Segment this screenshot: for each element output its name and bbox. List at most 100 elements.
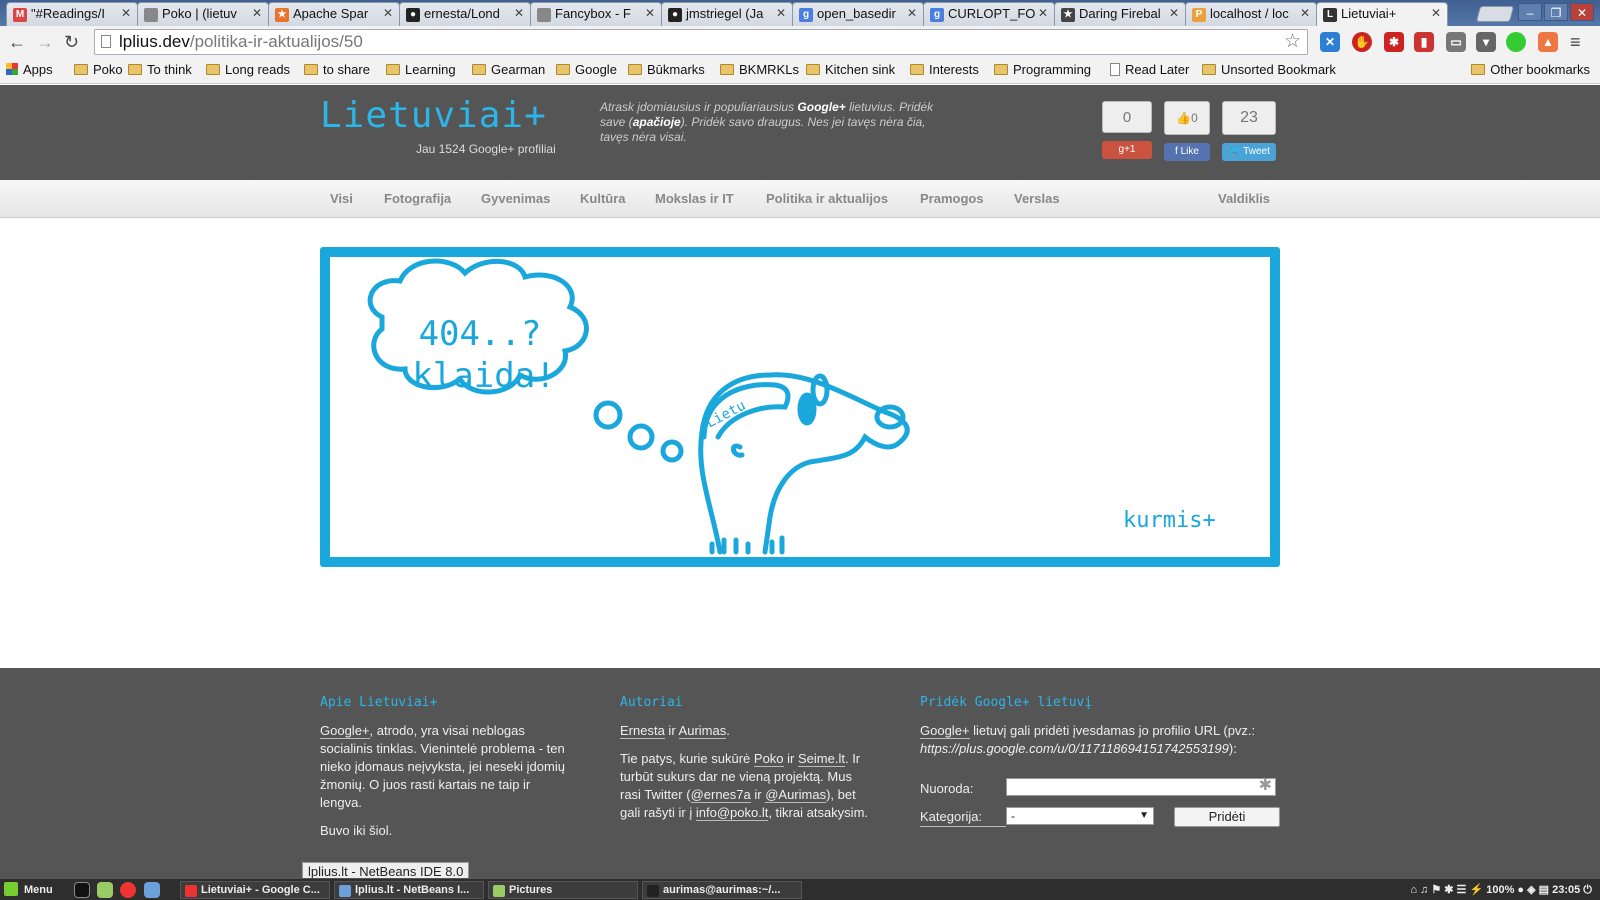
gplus-link[interactable]: Google+ (920, 723, 970, 739)
author-link[interactable]: Aurimas (678, 723, 727, 739)
bookmark-item[interactable]: BKMRKLs (720, 62, 799, 77)
extension-icon[interactable]: ▮ (1414, 32, 1434, 52)
close-tab-icon[interactable]: ✕ (252, 6, 262, 20)
close-tab-icon[interactable]: ✕ (1038, 6, 1048, 20)
bookmark-item[interactable]: Interests (910, 62, 979, 77)
close-tab-icon[interactable]: ✕ (1169, 6, 1179, 20)
bookmark-item[interactable]: Google (556, 62, 617, 77)
close-tab-icon[interactable]: ✕ (645, 6, 655, 20)
start-menu[interactable]: Menu (4, 882, 53, 896)
email-link[interactable]: info@poko.lt (695, 805, 769, 821)
adblock-icon[interactable]: ✋ (1352, 32, 1372, 52)
nav-visi[interactable]: Visi (330, 191, 353, 206)
url-label: Nuoroda: (920, 781, 974, 796)
chrome-icon[interactable] (120, 882, 136, 898)
nav-gyvenimas[interactable]: Gyvenimas (481, 191, 550, 206)
seime-link[interactable]: Seime.lt (798, 751, 845, 767)
bookmark-label: Kitchen sink (825, 62, 896, 77)
browser-tab[interactable]: ★ Daring Firebal ✕ (1054, 2, 1186, 26)
window-controls: – ❐ ✕ (1518, 3, 1594, 21)
close-tab-icon[interactable]: ✕ (383, 6, 393, 20)
browser-tab[interactable]: ● ernesta/Lond ✕ (399, 2, 531, 26)
bookmark-item[interactable]: Long reads (206, 62, 290, 77)
close-tab-icon[interactable]: ✕ (514, 6, 524, 20)
browser-tab[interactable]: Fancybox - F ✕ (530, 2, 662, 26)
close-window-icon[interactable]: ✕ (1570, 3, 1594, 21)
taskbar-window[interactable]: aurimas@aurimas:~/... (642, 881, 802, 899)
extension-icon[interactable]: ✱ (1384, 32, 1404, 52)
twitter-link[interactable]: @Aurimas (765, 787, 827, 803)
bookmark-item[interactable]: to share (304, 62, 370, 77)
submit-button[interactable]: Pridėti (1174, 807, 1280, 827)
browser-tab[interactable]: g CURLOPT_FO ✕ (923, 2, 1055, 26)
bookmark-item[interactable]: Read Later (1110, 62, 1189, 77)
nav-verslas[interactable]: Verslas (1014, 191, 1060, 206)
nav-valdiklis[interactable]: Valdiklis (1218, 191, 1270, 206)
close-tab-icon[interactable]: ✕ (121, 6, 131, 20)
terminal-icon[interactable] (74, 882, 90, 898)
reload-icon[interactable]: ↻ (64, 32, 79, 53)
browser-tab[interactable]: M "#Readings/I ✕ (6, 2, 138, 26)
tab-favicon-icon: L (1323, 8, 1337, 22)
nav-mokslas[interactable]: Mokslas ir IT (655, 191, 734, 206)
bookmark-item[interactable]: Kitchen sink (806, 62, 895, 77)
close-tab-icon[interactable]: ✕ (776, 6, 786, 20)
nav-kultura[interactable]: Kultūra (580, 191, 626, 206)
menu-icon[interactable]: ≡ (1570, 32, 1581, 53)
close-tab-icon[interactable]: ✕ (1300, 6, 1310, 20)
category-select[interactable]: - ▼ (1006, 807, 1154, 825)
netbeans-icon[interactable] (144, 882, 160, 898)
files-icon[interactable] (97, 882, 113, 898)
bookmark-item[interactable]: Apps (6, 62, 53, 77)
profile-url-input[interactable]: ✱ (1006, 777, 1276, 796)
bookmark-item[interactable]: Būkmarks (628, 62, 705, 77)
browser-tab[interactable]: ● jmstriegel (Ja ✕ (661, 2, 793, 26)
mint-icon (4, 882, 18, 896)
browser-tab[interactable]: L Lietuviai+ ✕ (1316, 2, 1448, 27)
about-section: Apie Lietuviai+ Google+, atrodo, yra vis… (320, 694, 570, 850)
bookmark-item[interactable]: To think (128, 62, 192, 77)
bookmark-item[interactable]: Learning (386, 62, 456, 77)
restore-icon[interactable]: ❐ (1544, 3, 1568, 21)
browser-tab[interactable]: ★ Apache Spar ✕ (268, 2, 400, 26)
bookmark-star-icon[interactable]: ☆ (1284, 30, 1301, 53)
taskbar-window-label: Pictures (509, 884, 553, 896)
taskbar-window[interactable]: Pictures (488, 881, 638, 899)
gplus-link[interactable]: Google+ (320, 723, 370, 739)
other-bookmarks[interactable]: Other bookmarks (1471, 62, 1590, 77)
author-link[interactable]: Ernesta (620, 723, 665, 739)
site-logo[interactable]: Lietuviai+ (320, 95, 547, 136)
taskbar-window[interactable]: Lietuviai+ - Google C... (180, 881, 330, 899)
browser-tab[interactable]: g open_basedir ✕ (792, 2, 924, 26)
twitter-link[interactable]: @ernes7a (690, 787, 751, 803)
extension-icon[interactable]: ▲ (1538, 32, 1558, 52)
nav-pramogos[interactable]: Pramogos (920, 191, 984, 206)
tweet-button[interactable]: 🐦 Tweet (1222, 143, 1276, 161)
browser-tab[interactable]: Plocalhost / loc ✕ (1185, 2, 1317, 26)
bookmark-item[interactable]: Programming (994, 62, 1091, 77)
twitter-share: 23 🐦 Tweet (1222, 101, 1276, 161)
cast-icon[interactable]: ▭ (1446, 32, 1466, 52)
gplus-button[interactable]: g+1 (1102, 141, 1152, 159)
nav-politika[interactable]: Politika ir aktualijos (766, 191, 888, 206)
browser-tab[interactable]: Poko | (lietuv ✕ (137, 2, 269, 26)
poko-link[interactable]: Poko (753, 751, 784, 767)
nav-fotografija[interactable]: Fotografija (384, 191, 451, 206)
clock[interactable]: 23:05 (1552, 884, 1580, 896)
taskbar-window[interactable]: lplius.lt - NetBeans I... (334, 881, 484, 899)
bookmark-item[interactable]: Gearman (472, 62, 545, 77)
close-tab-icon[interactable]: ✕ (1431, 6, 1441, 20)
new-tab-button[interactable] (1475, 6, 1515, 22)
folder-icon (720, 64, 734, 75)
bookmark-item[interactable]: Unsorted Bookmark (1202, 62, 1336, 77)
pocket-icon[interactable]: ▾ (1476, 32, 1496, 52)
back-icon[interactable]: ← (8, 32, 26, 53)
forward-icon[interactable]: → (36, 32, 54, 53)
minimize-icon[interactable]: – (1518, 3, 1542, 21)
extension-icon[interactable] (1506, 32, 1526, 52)
address-bar[interactable]: lplius.dev/politika-ir-aktualijos/50 ☆ (94, 29, 1308, 55)
extension-icon[interactable]: ✕ (1320, 32, 1340, 52)
facebook-like-button[interactable]: f Like (1164, 143, 1210, 161)
bookmark-item[interactable]: Poko (74, 62, 123, 77)
close-tab-icon[interactable]: ✕ (907, 6, 917, 20)
